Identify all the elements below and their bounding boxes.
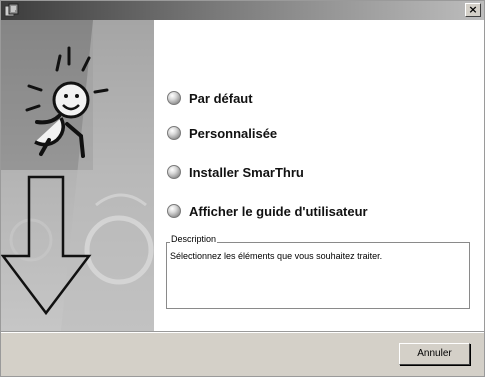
menu-item-label: Afficher le guide d'utilisateur xyxy=(189,203,368,219)
menu-item-label: Par défaut xyxy=(189,90,253,106)
radio-bullet-icon xyxy=(167,204,181,218)
menu-item-custom[interactable]: Personnalisée xyxy=(167,122,277,144)
menu-item-label: Installer SmarThru xyxy=(189,164,304,180)
cancel-button[interactable]: Annuler xyxy=(399,343,470,365)
installer-window: × Par défaut Personnalisée Installer Sma… xyxy=(0,0,485,377)
banner-artwork xyxy=(1,20,154,331)
menu-item-install-smarthru[interactable]: Installer SmarThru xyxy=(167,161,304,183)
title-bar[interactable]: × xyxy=(1,1,484,20)
installer-icon xyxy=(4,3,19,17)
radio-bullet-icon xyxy=(167,91,181,105)
radio-bullet-icon xyxy=(167,165,181,179)
radio-bullet-icon xyxy=(167,126,181,140)
close-button[interactable]: × xyxy=(465,3,481,17)
menu-item-label: Personnalisée xyxy=(189,125,278,141)
description-text: Sélectionnez les éléments que vous souha… xyxy=(170,251,383,261)
footer-divider xyxy=(1,331,484,333)
close-icon: × xyxy=(468,3,478,16)
menu-item-user-guide[interactable]: Afficher le guide d'utilisateur xyxy=(167,200,368,222)
menu-item-default[interactable]: Par défaut xyxy=(167,87,253,109)
side-banner xyxy=(1,20,154,331)
main-content: Par défaut Personnalisée Installer SmarT… xyxy=(1,20,484,331)
description-legend: Description xyxy=(170,234,218,244)
